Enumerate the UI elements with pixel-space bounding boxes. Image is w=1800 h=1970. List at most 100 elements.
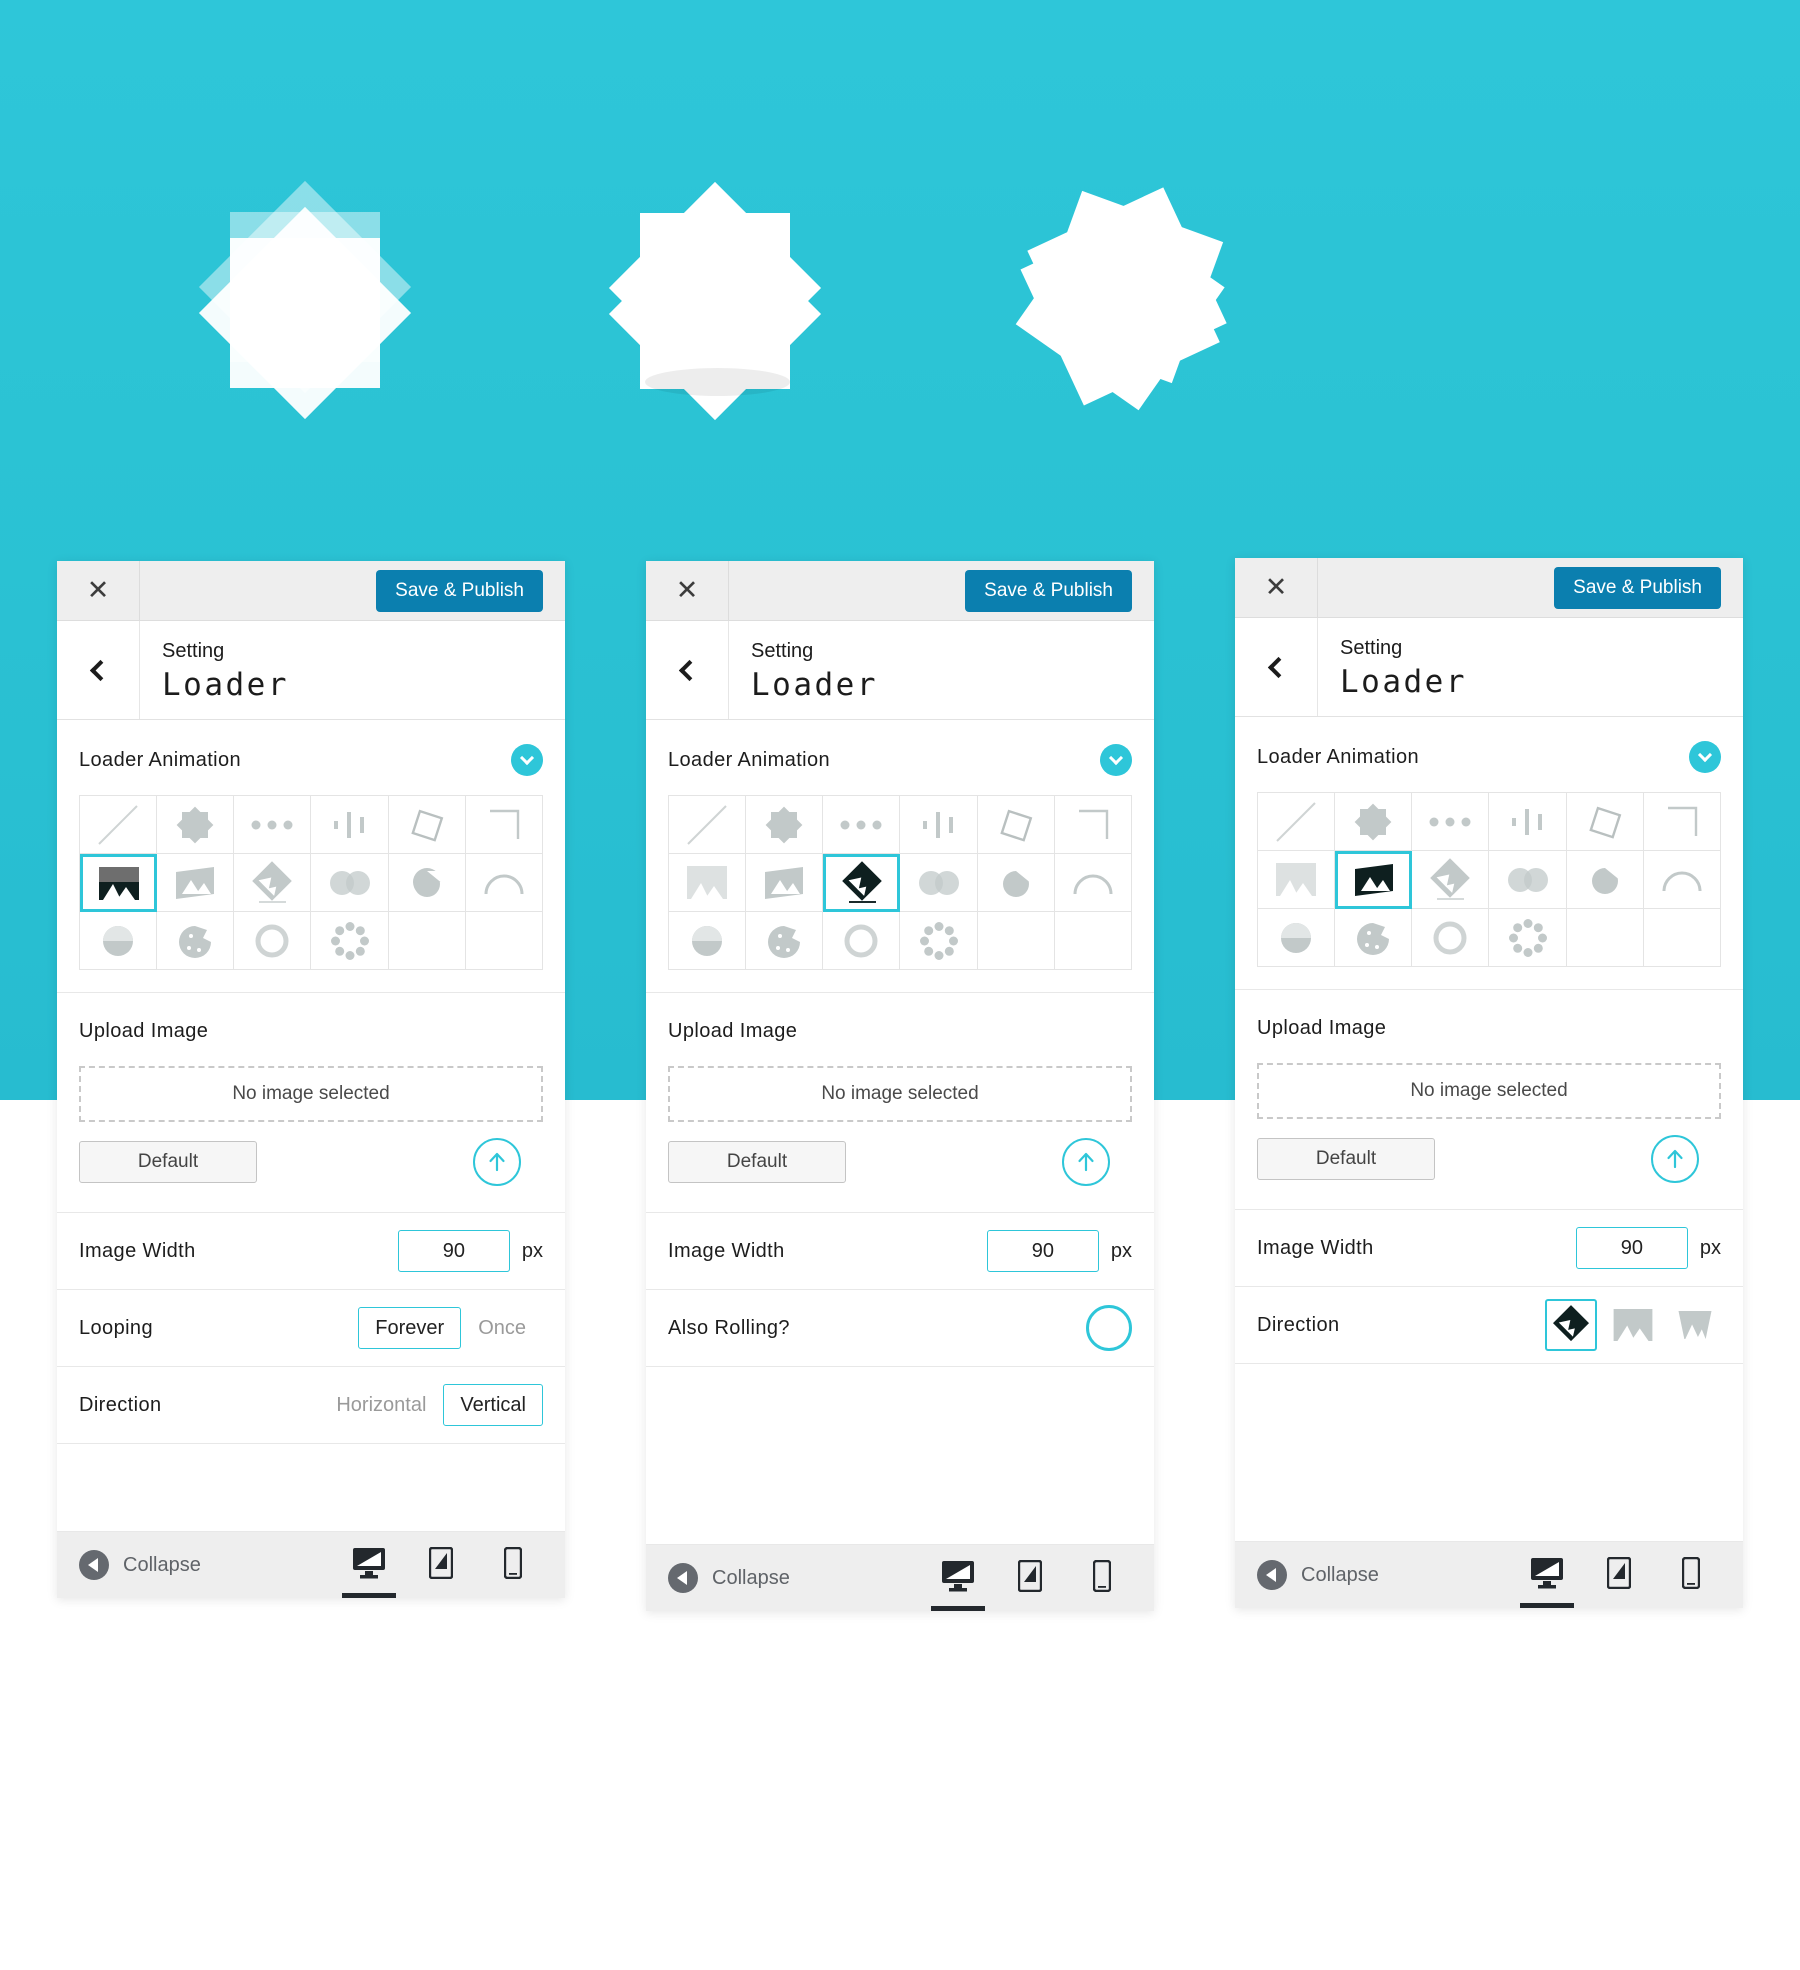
direction-option-horizontal[interactable]: Horizontal xyxy=(319,1384,443,1426)
loader-icon-image-photo-icon[interactable] xyxy=(80,854,158,912)
loader-icon-empty-1 xyxy=(1566,909,1644,967)
chevron-down-icon[interactable] xyxy=(511,744,543,776)
loader-icon-tilted-square-icon[interactable] xyxy=(388,796,466,854)
loader-icon-image-diamond-icon[interactable] xyxy=(1412,851,1490,909)
loader-icon-corner-bracket-icon[interactable] xyxy=(465,796,543,854)
loader-icon-two-circles-icon[interactable] xyxy=(1489,851,1567,909)
save-and-publish-button[interactable]: Save & Publish xyxy=(965,569,1132,612)
loader-animation-label: Loader Animation xyxy=(1257,745,1420,768)
loader-icon-image-skew-icon[interactable] xyxy=(1335,851,1413,909)
close-button[interactable]: ✕ xyxy=(57,561,140,620)
loader-icon-flower-ring-icon[interactable] xyxy=(900,912,978,970)
loader-icon-three-dots-icon[interactable] xyxy=(234,796,312,854)
direction-option-image-trapezoid-icon[interactable] xyxy=(1669,1299,1721,1351)
default-button[interactable]: Default xyxy=(79,1141,257,1183)
loader-icon-starburst-icon[interactable] xyxy=(746,796,824,854)
loader-icon-cookie-icon[interactable] xyxy=(1335,909,1413,967)
image-dropzone[interactable]: No image selected xyxy=(1257,1063,1721,1119)
loader-icon-bars-icon[interactable] xyxy=(1489,793,1567,851)
save-and-publish-button[interactable]: Save & Publish xyxy=(376,569,543,612)
loader-icon-half-filled-circle-icon[interactable] xyxy=(669,912,747,970)
desktop-icon[interactable] xyxy=(1520,1550,1574,1608)
mobile-icon[interactable] xyxy=(1080,1553,1124,1603)
loader-icon-image-photo-icon[interactable] xyxy=(669,854,747,912)
loader-icon-flower-ring-icon[interactable] xyxy=(1489,909,1567,967)
chevron-down-icon[interactable] xyxy=(1100,744,1132,776)
loader-animation-header: Loader Animation xyxy=(668,744,1132,776)
loader-icon-half-filled-circle-icon[interactable] xyxy=(80,912,158,970)
collapse-button[interactable]: Collapse xyxy=(668,1563,790,1593)
loader-icon-ring-icon[interactable] xyxy=(1412,909,1490,967)
loader-icon-pacman-drop-icon[interactable] xyxy=(388,854,466,912)
collapse-button[interactable]: Collapse xyxy=(1257,1560,1379,1590)
loader-icon-ring-icon[interactable] xyxy=(234,912,312,970)
loader-icon-half-arch-icon[interactable] xyxy=(465,854,543,912)
tablet-icon[interactable] xyxy=(419,1540,463,1590)
image-width-input[interactable] xyxy=(1575,1227,1688,1269)
loader-animation-header: Loader Animation xyxy=(79,744,543,776)
loader-icon-none-diagonal-icon[interactable] xyxy=(1258,793,1336,851)
loader-icon-bars-icon[interactable] xyxy=(900,796,978,854)
default-button[interactable]: Default xyxy=(668,1141,846,1183)
desktop-icon[interactable] xyxy=(931,1553,985,1611)
back-button[interactable] xyxy=(1235,618,1318,716)
looping-option-once[interactable]: Once xyxy=(461,1307,543,1349)
loader-icon-image-photo-icon[interactable] xyxy=(1258,851,1336,909)
loader-icon-half-filled-circle-icon[interactable] xyxy=(1258,909,1336,967)
loader-animation-header: Loader Animation xyxy=(1257,741,1721,773)
default-button[interactable]: Default xyxy=(1257,1138,1435,1180)
loader-icon-corner-bracket-icon[interactable] xyxy=(1054,796,1132,854)
loader-icon-two-circles-icon[interactable] xyxy=(900,854,978,912)
upload-arrow-icon[interactable] xyxy=(1651,1135,1699,1183)
loader-icon-none-diagonal-icon[interactable] xyxy=(80,796,158,854)
desktop-icon[interactable] xyxy=(342,1540,396,1598)
loader-icon-three-dots-icon[interactable] xyxy=(1412,793,1490,851)
close-button[interactable]: ✕ xyxy=(646,561,729,620)
direction-option-image-photo-grey-icon[interactable] xyxy=(1607,1299,1659,1351)
loader-icon-three-dots-icon[interactable] xyxy=(823,796,901,854)
loader-icon-pacman-drop-icon[interactable] xyxy=(977,854,1055,912)
loader-icon-cookie-icon[interactable] xyxy=(157,912,235,970)
loader-icon-corner-bracket-icon[interactable] xyxy=(1643,793,1721,851)
image-dropzone[interactable]: No image selected xyxy=(79,1066,543,1122)
tablet-icon[interactable] xyxy=(1597,1550,1641,1600)
loader-icon-tilted-square-icon[interactable] xyxy=(1566,793,1644,851)
loader-icon-pacman-drop-icon[interactable] xyxy=(1566,851,1644,909)
image-width-input[interactable] xyxy=(397,1230,510,1272)
loader-icon-image-skew-icon[interactable] xyxy=(746,854,824,912)
loader-icon-half-arch-icon[interactable] xyxy=(1054,854,1132,912)
loader-icon-tilted-square-icon[interactable] xyxy=(977,796,1055,854)
tablet-icon[interactable] xyxy=(1008,1553,1052,1603)
close-button[interactable]: ✕ xyxy=(1235,558,1318,617)
loader-icon-none-diagonal-icon[interactable] xyxy=(669,796,747,854)
image-width-input[interactable] xyxy=(986,1230,1099,1272)
chevron-down-icon[interactable] xyxy=(1689,741,1721,773)
mobile-icon[interactable] xyxy=(1669,1550,1713,1600)
also-rolling-toggle[interactable] xyxy=(1086,1305,1132,1351)
loader-icon-starburst-icon[interactable] xyxy=(157,796,235,854)
upload-arrow-icon[interactable] xyxy=(1062,1138,1110,1186)
loader-icon-bars-icon[interactable] xyxy=(311,796,389,854)
back-button[interactable] xyxy=(646,621,729,719)
upload-image-label: Upload Image xyxy=(668,1020,798,1042)
loader-icon-half-arch-icon[interactable] xyxy=(1643,851,1721,909)
mobile-icon[interactable] xyxy=(491,1540,535,1590)
back-button[interactable] xyxy=(57,621,140,719)
direction-option-vertical[interactable]: Vertical xyxy=(443,1384,543,1426)
loader-icon-starburst-icon[interactable] xyxy=(1335,793,1413,851)
loader-icon-image-skew-icon[interactable] xyxy=(157,854,235,912)
loader-icon-flower-ring-icon[interactable] xyxy=(311,912,389,970)
loader-icon-two-circles-icon[interactable] xyxy=(311,854,389,912)
save-and-publish-button[interactable]: Save & Publish xyxy=(1554,566,1721,609)
upload-arrow-icon[interactable] xyxy=(473,1138,521,1186)
direction-option-image-diamond-icon[interactable] xyxy=(1545,1299,1597,1351)
panel-topbar: ✕ Save & Publish xyxy=(646,561,1154,621)
image-dropzone[interactable]: No image selected xyxy=(668,1066,1132,1122)
loader-icon-ring-icon[interactable] xyxy=(823,912,901,970)
looping-option-forever[interactable]: Forever xyxy=(358,1307,462,1349)
loader-icon-image-diamond-icon[interactable] xyxy=(823,854,901,912)
settings-panel-1: ✕ Save & Publish Setting Loader Loader A… xyxy=(57,561,565,1598)
loader-icon-image-diamond-icon[interactable] xyxy=(234,854,312,912)
loader-icon-cookie-icon[interactable] xyxy=(746,912,824,970)
collapse-button[interactable]: Collapse xyxy=(79,1550,201,1580)
